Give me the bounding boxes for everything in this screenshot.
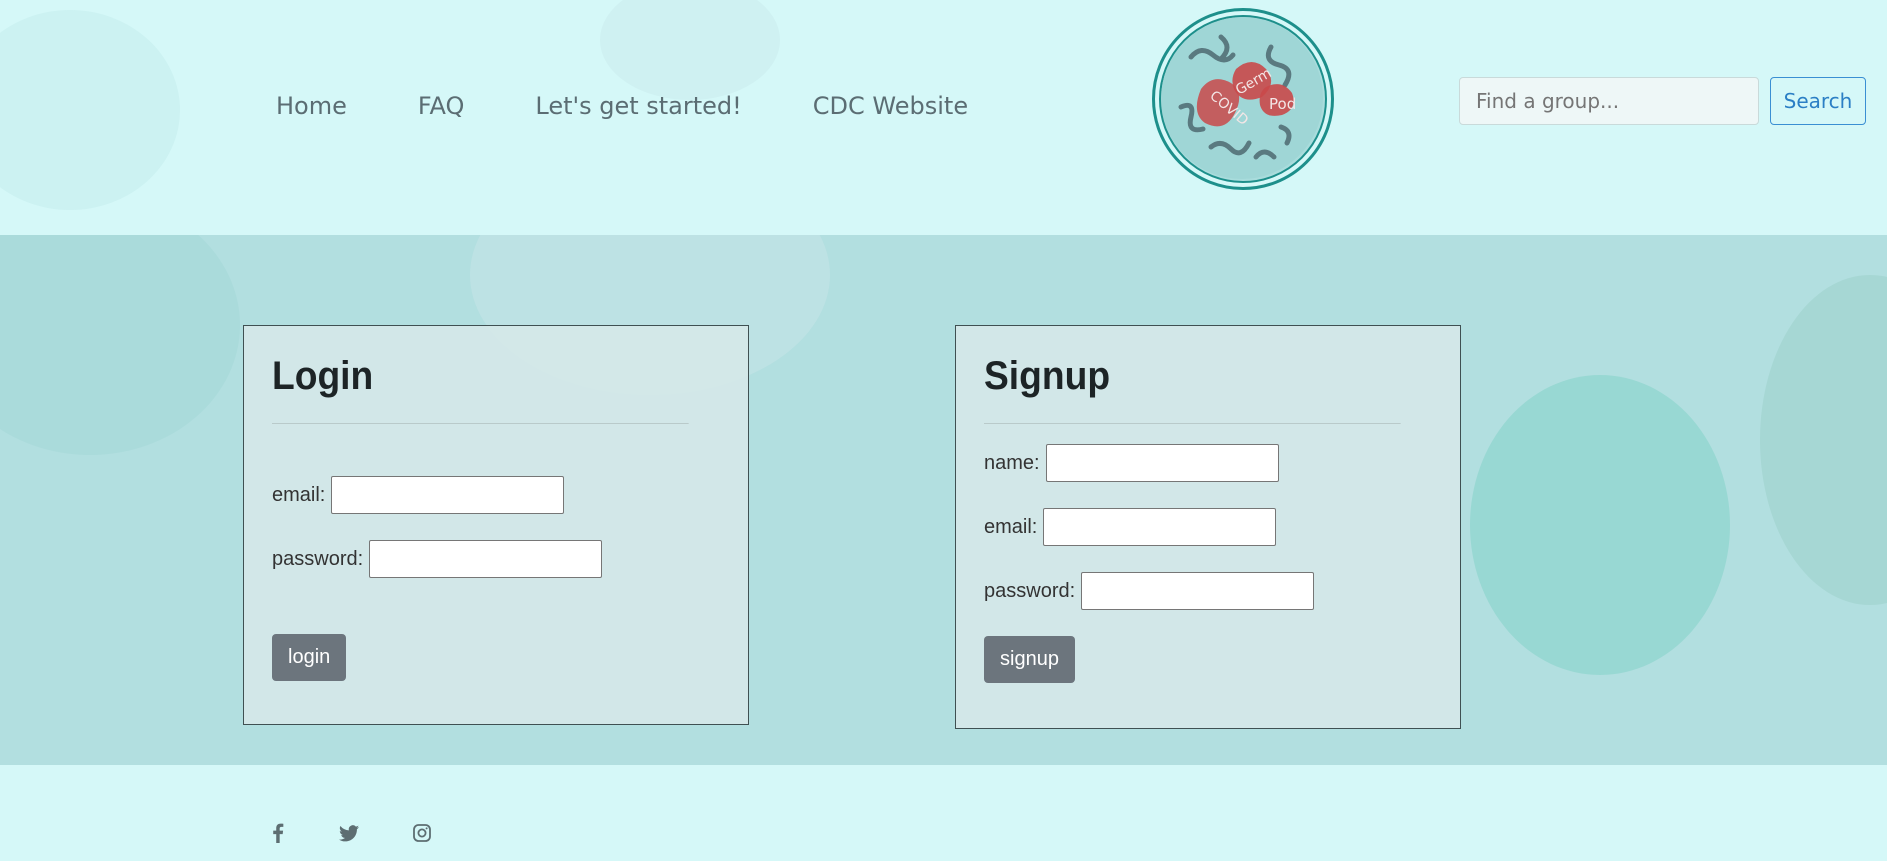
social-links	[271, 823, 485, 848]
background-blob	[1760, 275, 1887, 605]
signup-name-input[interactable]	[1045, 444, 1279, 482]
nav-cdc-website[interactable]: CDC Website	[813, 92, 968, 120]
instagram-icon[interactable]	[413, 824, 431, 847]
signup-name-row: name:	[984, 444, 1432, 482]
signup-password-input[interactable]	[1081, 572, 1315, 610]
login-email-input[interactable]	[331, 476, 565, 514]
signup-title: Signup	[984, 354, 1401, 424]
signup-email-row: email:	[984, 508, 1432, 546]
nav-faq[interactable]: FAQ	[418, 92, 465, 120]
signup-password-row: password:	[984, 572, 1432, 610]
login-email-row: email:	[272, 476, 720, 514]
signup-email-input[interactable]	[1043, 508, 1277, 546]
login-title: Login	[272, 354, 689, 424]
background-blob	[1470, 375, 1730, 675]
background-blob	[600, 0, 780, 100]
nav-home[interactable]: Home	[276, 92, 347, 120]
login-email-label: email:	[272, 483, 326, 506]
login-password-input[interactable]	[369, 540, 603, 578]
login-card: Login email: password: login	[243, 325, 749, 725]
logo-word-pod: Pod	[1269, 95, 1296, 113]
signup-email-label: email:	[984, 515, 1038, 538]
signup-name-label: name:	[984, 451, 1040, 474]
login-password-row: password:	[272, 540, 720, 578]
site-logo[interactable]: Germ Pod COVID	[1152, 8, 1334, 190]
auth-section: Login email: password: login Signup name…	[0, 235, 1887, 765]
site-header: Home FAQ Let's get started! CDC Website …	[0, 0, 1887, 235]
login-button[interactable]: login	[272, 634, 347, 681]
signup-card: Signup name: email: password: signup	[955, 325, 1461, 729]
search-input[interactable]	[1459, 77, 1759, 125]
background-blob	[0, 235, 240, 455]
twitter-icon[interactable]	[339, 824, 359, 847]
search-button[interactable]: Search	[1770, 77, 1866, 125]
site-footer	[0, 765, 1887, 861]
signup-button[interactable]: signup	[984, 636, 1075, 683]
login-password-label: password:	[272, 547, 364, 570]
facebook-icon[interactable]	[271, 823, 285, 848]
main-nav: Home FAQ Let's get started! CDC Website	[276, 92, 1039, 120]
search-form: Search	[1459, 77, 1866, 125]
signup-password-label: password:	[984, 579, 1076, 602]
logo-graphic: Germ Pod COVID	[1161, 17, 1323, 179]
background-blob	[0, 10, 180, 210]
nav-get-started[interactable]: Let's get started!	[535, 92, 741, 120]
